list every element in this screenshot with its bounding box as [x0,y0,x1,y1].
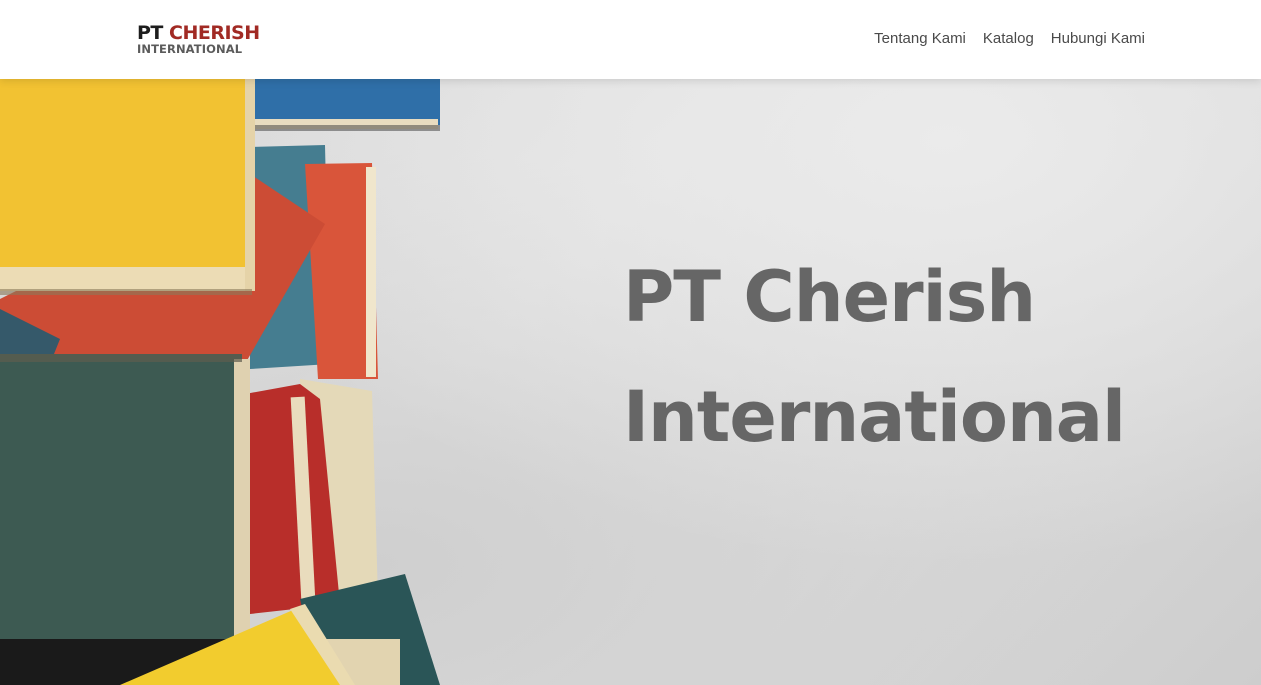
nav-hubungi-kami[interactable]: Hubungi Kami [1051,30,1145,47]
nav-katalog[interactable]: Katalog [983,30,1034,47]
hero-title: PT Cherish International [623,237,1183,477]
nav-tentang-kami[interactable]: Tentang Kami [874,30,966,47]
logo-line1: PT CHERISH [137,24,260,43]
hero-section: PT Cherish International [0,79,1261,685]
hero-title-line2: International [623,376,1126,458]
main-nav: Tentang Kami Katalog Hubungi Kami [874,30,1145,47]
hero-title-line1: PT Cherish [623,256,1036,338]
books-image [0,79,440,685]
logo-subtitle: INTERNATIONAL [137,42,243,56]
logo-prefix: PT [137,22,163,44]
logo[interactable]: PT CHERISH INTERNATIONAL [137,24,260,56]
yellow-book [0,79,252,274]
logo-name: CHERISH [169,22,260,44]
site-header: PT CHERISH INTERNATIONAL Tentang Kami Ka… [0,0,1261,79]
green-book [0,354,242,644]
blue-book [250,79,440,125]
